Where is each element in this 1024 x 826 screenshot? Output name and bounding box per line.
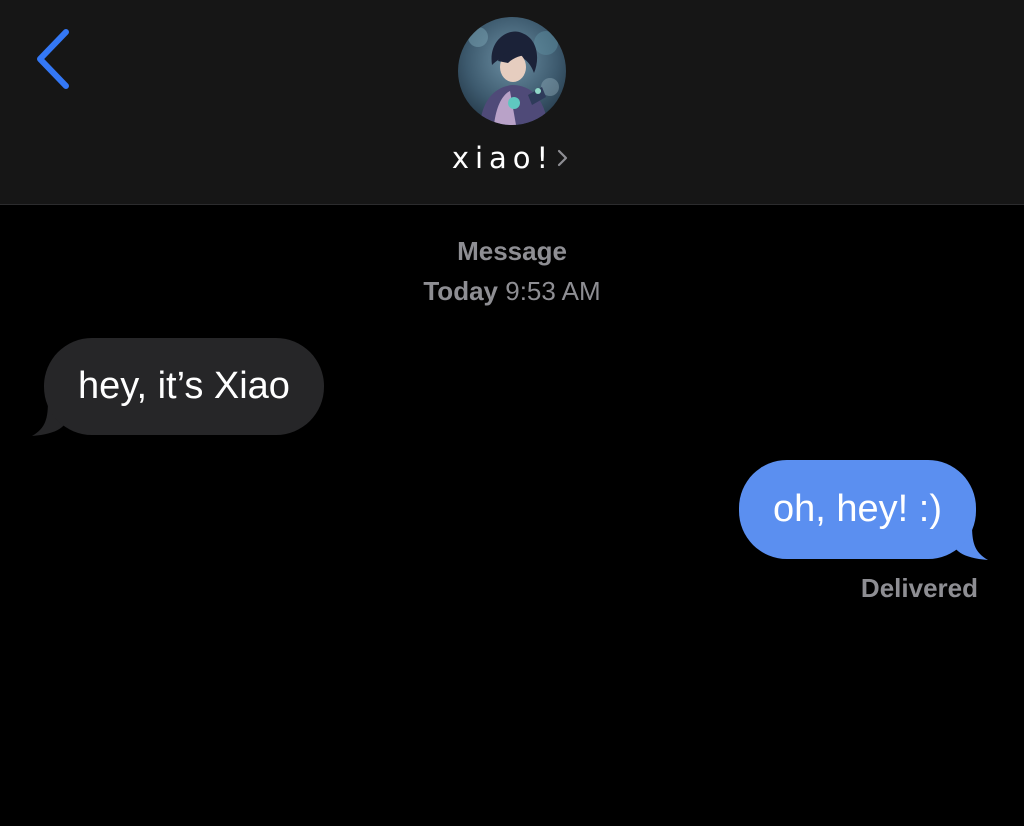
contact-name: xiao! [451,141,555,175]
chevron-right-icon [558,149,568,167]
contact-avatar[interactable] [458,17,566,125]
messages-screen: xiao! Message Today 9:53 AM hey, it’s Xi… [0,0,1024,826]
delivery-status: Delivered [860,573,978,603]
back-button[interactable] [30,26,74,92]
incoming-bubble: hey, it’s Xiao [44,338,324,435]
outgoing-bubble: oh, hey! :) [739,460,976,559]
timestamp-day: Today [423,276,498,306]
timestamp: Today 9:53 AM [0,276,1024,307]
timestamp-time: 9:53 AM [505,276,601,306]
incoming-message[interactable]: hey, it’s Xiao [28,338,378,438]
chevron-left-icon [37,29,69,89]
service-label: Message [457,236,567,266]
conversation-header: xiao! [0,0,1024,205]
contact-name-button[interactable]: xiao! [0,138,1024,178]
outgoing-message[interactable]: oh, hey! :) [700,460,1000,562]
avatar-image [458,17,566,125]
